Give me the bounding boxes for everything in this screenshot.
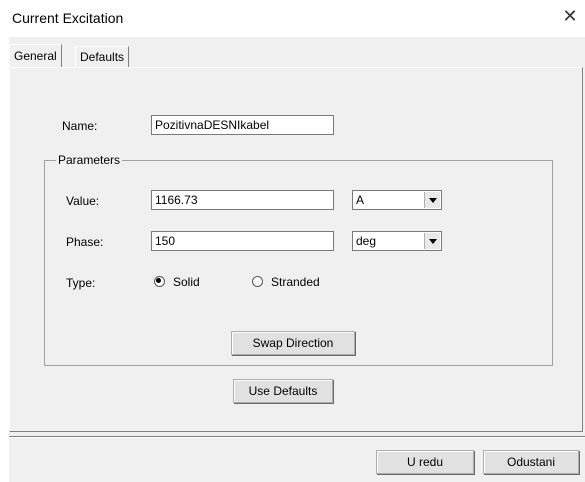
type-label: Type:	[66, 276, 96, 290]
use-defaults-button[interactable]: Use Defaults	[233, 379, 333, 403]
chevron-down-icon[interactable]	[424, 192, 440, 208]
cancel-button[interactable]: Odustani	[483, 450, 579, 474]
tab-general[interactable]: General	[9, 44, 62, 67]
name-field[interactable]: PozitivnaDESNIkabel	[151, 115, 334, 135]
value-unit-text: A	[356, 193, 365, 207]
tab-defaults-label: Defaults	[80, 50, 125, 64]
radio-solid-label[interactable]: Solid	[173, 275, 200, 289]
tab-defaults[interactable]: Defaults	[75, 46, 130, 67]
value-field[interactable]: 1166.73	[151, 190, 334, 210]
window-title: Current Excitation	[12, 10, 124, 26]
value-label: Value:	[66, 194, 100, 208]
phase-unit-text: deg	[356, 234, 377, 248]
swap-direction-button[interactable]: Swap Direction	[231, 331, 355, 355]
tab-general-label: General	[14, 49, 57, 63]
radio-icon	[252, 276, 263, 287]
radio-selected-dot	[156, 278, 161, 283]
chevron-down-icon[interactable]	[424, 233, 440, 249]
phase-field[interactable]: 150	[151, 231, 334, 251]
radio-solid[interactable]	[154, 276, 166, 288]
value-unit-select[interactable]: A	[352, 190, 442, 210]
radio-stranded[interactable]	[252, 276, 264, 288]
phase-label: Phase:	[66, 235, 104, 249]
footer-divider-highlight	[9, 437, 585, 438]
radio-stranded-label[interactable]: Stranded	[271, 275, 320, 289]
name-label: Name:	[62, 119, 98, 133]
close-icon[interactable]: ✕	[560, 6, 580, 26]
parameters-legend: Parameters	[56, 153, 123, 167]
phase-unit-select[interactable]: deg	[352, 231, 442, 251]
ok-button[interactable]: U redu	[376, 450, 474, 474]
